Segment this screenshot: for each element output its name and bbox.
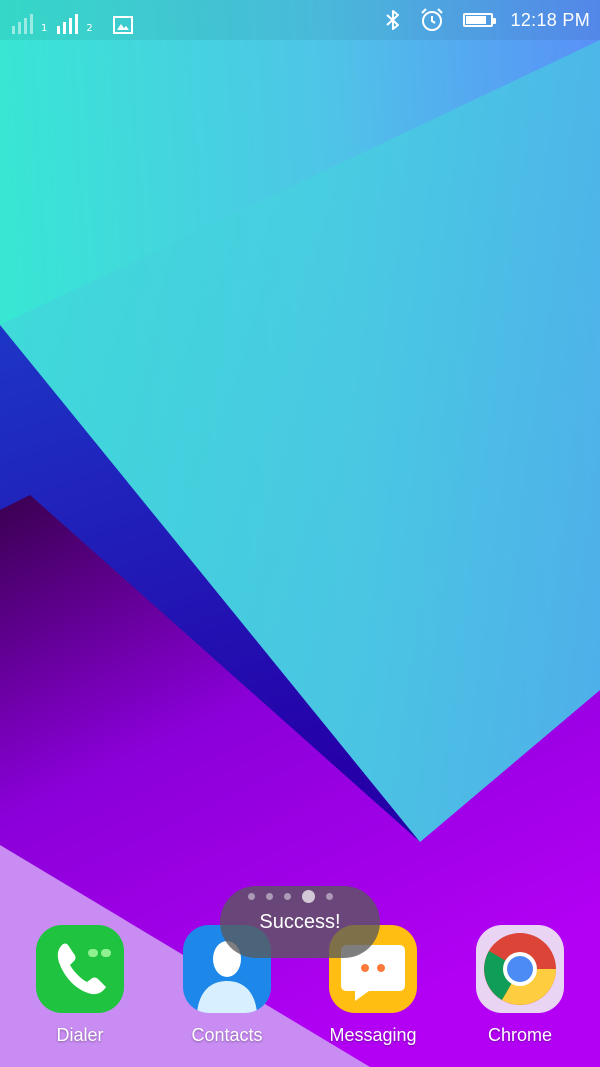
chrome-icon bbox=[476, 925, 564, 1013]
signal-sim1-icon bbox=[12, 12, 33, 34]
dialer-app[interactable]: Dialer bbox=[15, 925, 145, 1046]
page-dot[interactable] bbox=[284, 892, 291, 900]
chrome-app[interactable]: Chrome bbox=[455, 925, 585, 1046]
bluetooth-icon bbox=[385, 10, 399, 30]
page-dot[interactable] bbox=[326, 892, 333, 900]
status-bar: 1 2 12:18 PM bbox=[0, 0, 600, 40]
status-clock: 12:18 PM bbox=[510, 9, 590, 30]
sim2-number: 2 bbox=[86, 23, 93, 34]
sim1-number: 1 bbox=[41, 23, 48, 34]
page-dot[interactable] bbox=[266, 892, 273, 900]
chrome-label: Chrome bbox=[487, 1025, 553, 1045]
contacts-label: Contacts bbox=[191, 1025, 263, 1045]
status-left-group: 1 2 bbox=[12, 8, 133, 34]
alarm-icon bbox=[420, 8, 443, 31]
gallery-notification-icon bbox=[112, 16, 133, 34]
status-right-group: 12:18 PM bbox=[385, 6, 590, 34]
page-dot[interactable] bbox=[302, 889, 315, 903]
page-dot[interactable] bbox=[248, 892, 255, 900]
page-indicator bbox=[248, 888, 358, 904]
messaging-label: Messaging bbox=[329, 1025, 417, 1045]
signal-sim2-icon bbox=[57, 12, 79, 34]
battery-icon bbox=[462, 13, 496, 27]
dialer-label: Dialer bbox=[56, 1025, 104, 1045]
phone-icon bbox=[36, 925, 124, 1013]
battery-level-fill bbox=[465, 16, 487, 24]
toast-message: Success! bbox=[259, 910, 341, 933]
